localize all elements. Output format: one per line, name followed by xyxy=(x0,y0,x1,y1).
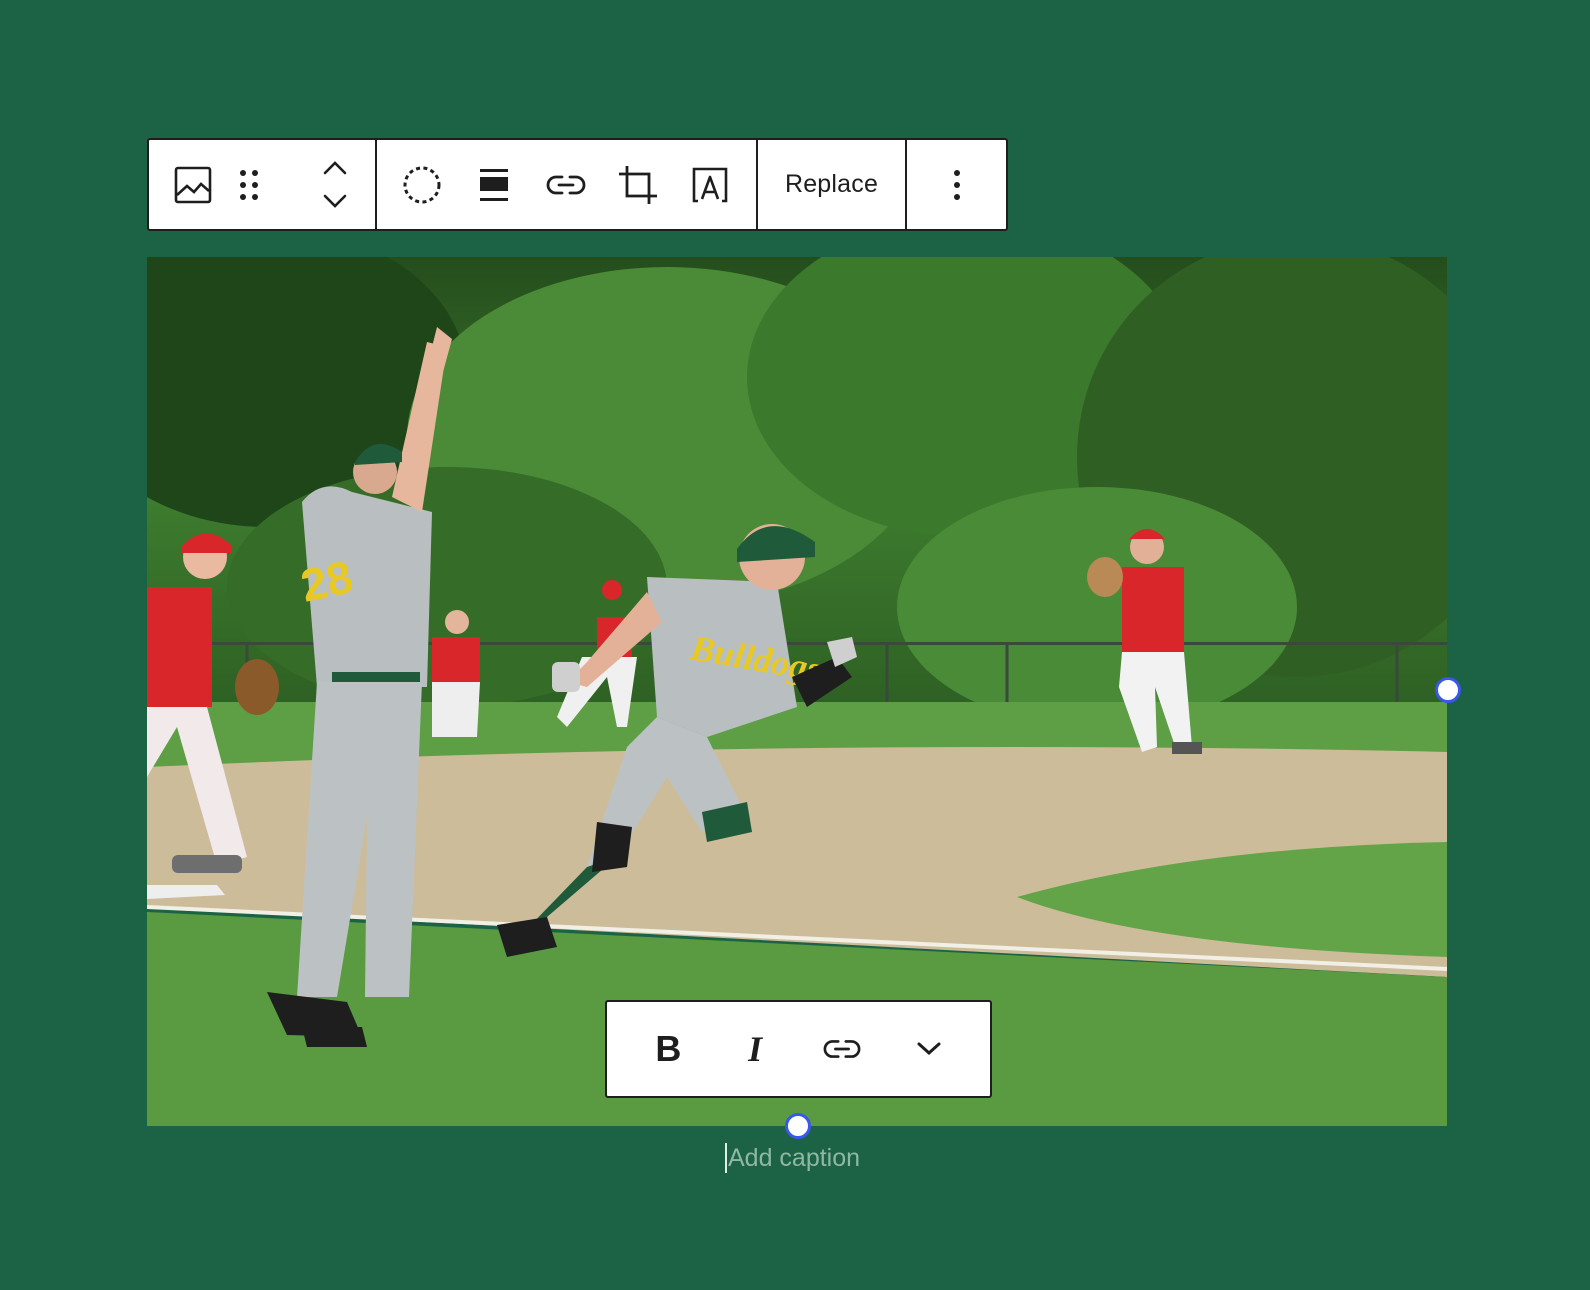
block-toolbar-group-1 xyxy=(149,140,377,229)
align-icon[interactable] xyxy=(472,163,516,207)
resize-handle-bottom[interactable] xyxy=(785,1113,811,1139)
block-toolbar-group-3: Replace xyxy=(758,140,907,229)
bold-label: B xyxy=(655,1028,682,1069)
crop-icon[interactable] xyxy=(616,163,660,207)
select-circle-icon[interactable] xyxy=(400,163,444,207)
svg-text:28: 28 xyxy=(296,550,357,612)
link-icon[interactable] xyxy=(544,163,588,207)
chevron-down-icon[interactable] xyxy=(899,1019,959,1079)
italic-button[interactable]: I xyxy=(725,1019,785,1079)
more-options-icon[interactable] xyxy=(935,163,979,207)
link-icon[interactable] xyxy=(812,1019,872,1079)
baseball-photo: 28 Bulldogs xyxy=(147,257,1447,1126)
image-block-icon[interactable] xyxy=(171,163,215,207)
image-block[interactable]: 28 Bulldogs xyxy=(147,257,1447,1126)
italic-label: I xyxy=(748,1029,763,1069)
caption-format-toolbar: B I xyxy=(605,1000,992,1098)
move-up-down-icon[interactable] xyxy=(313,160,357,208)
replace-button[interactable]: Replace xyxy=(785,170,878,199)
resize-handle-right[interactable] xyxy=(1435,677,1461,703)
block-toolbar-group-2 xyxy=(377,140,758,229)
block-toolbar-group-4 xyxy=(907,140,1006,229)
drag-handle-icon[interactable] xyxy=(227,163,271,207)
bold-button[interactable]: B xyxy=(638,1019,698,1079)
text-overlay-icon[interactable] xyxy=(688,163,732,207)
caption-input[interactable]: Add caption xyxy=(725,1143,860,1173)
block-toolbar: Replace xyxy=(147,138,1008,231)
